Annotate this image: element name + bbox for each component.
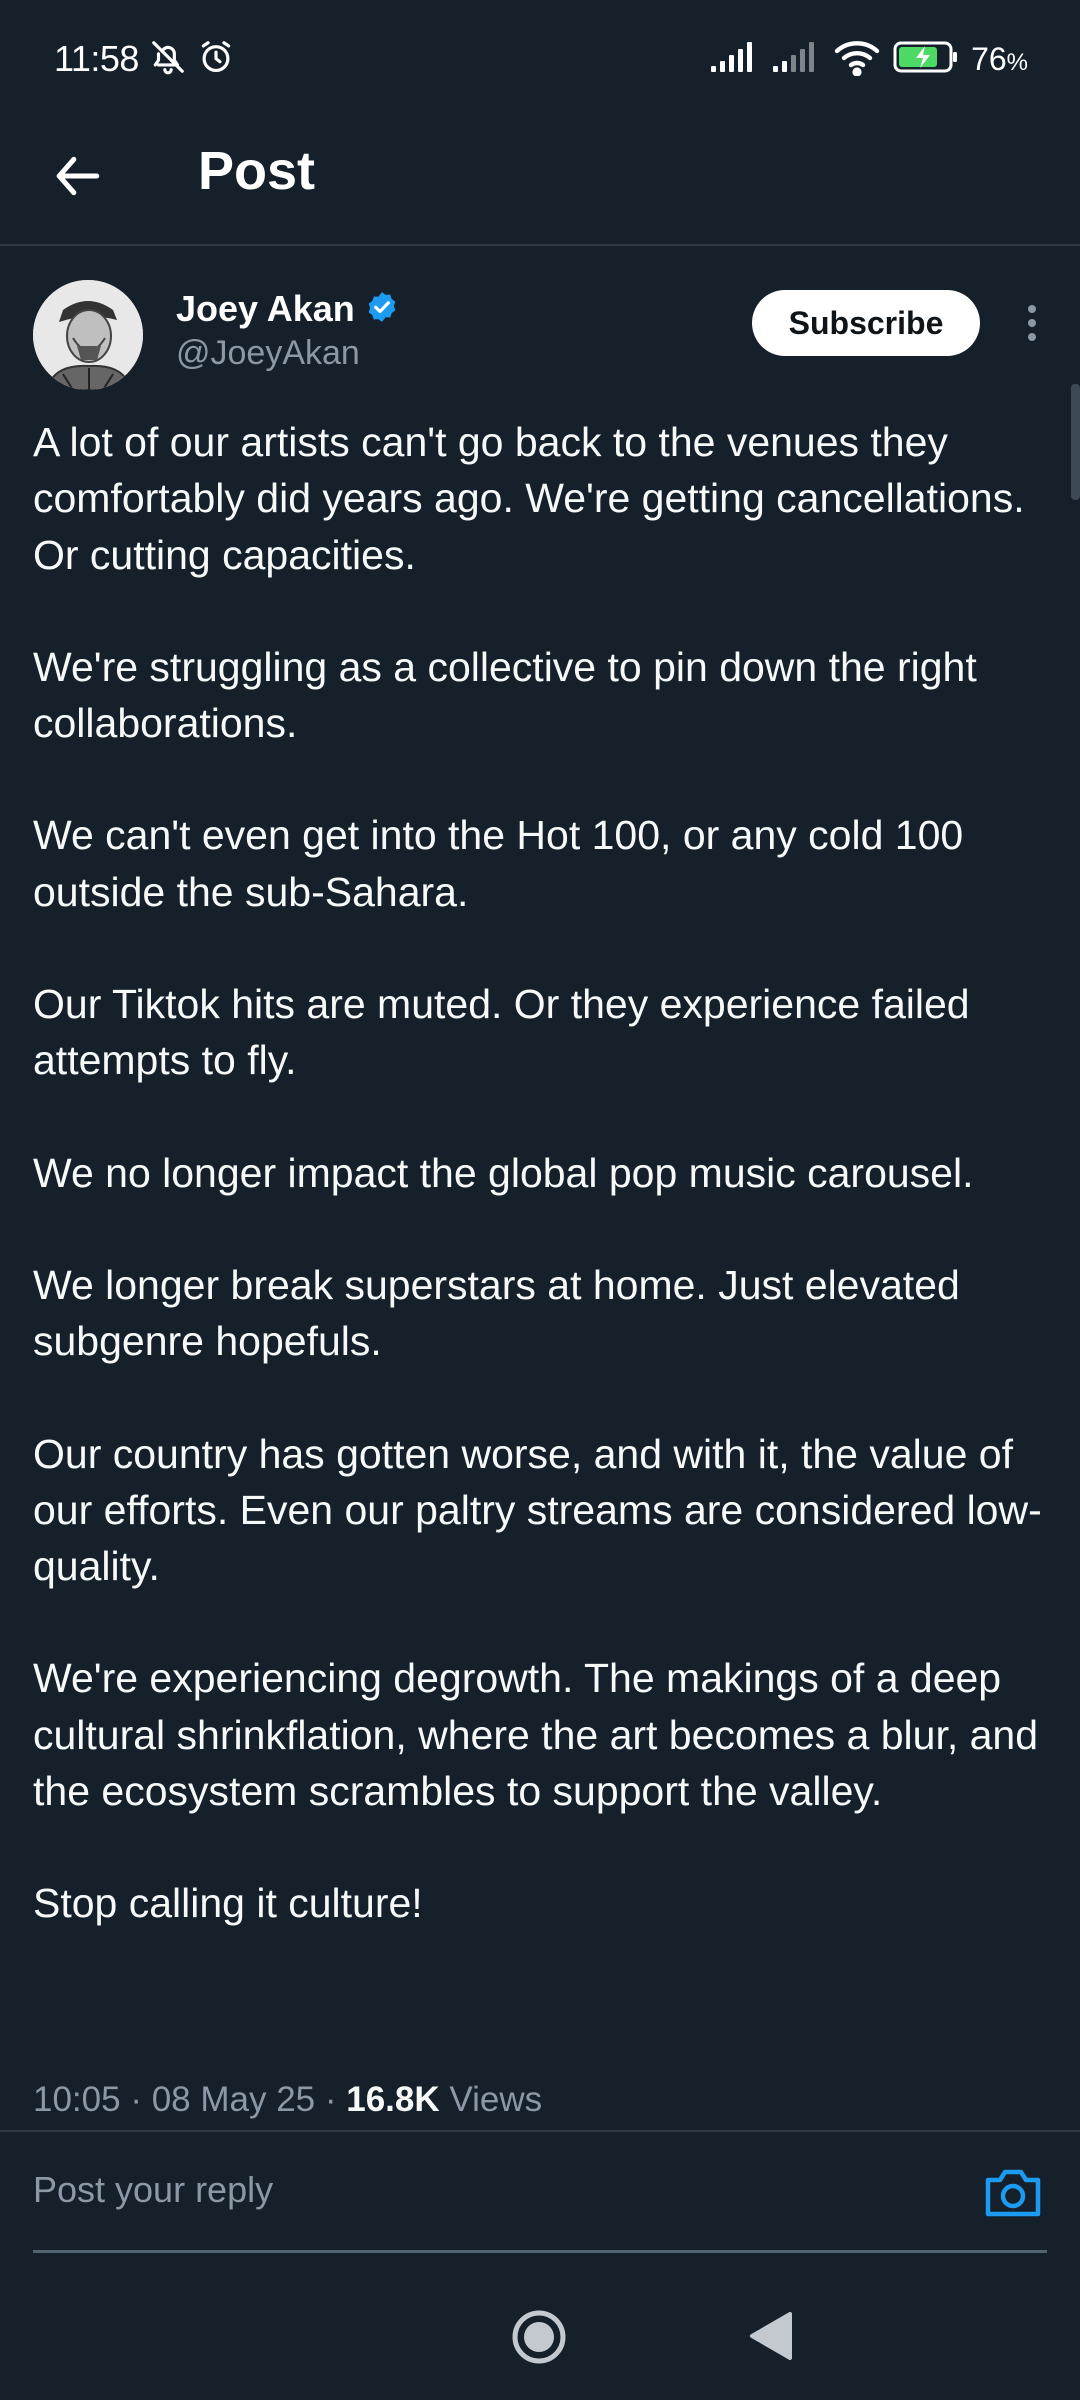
- header: Post: [0, 118, 1080, 246]
- back-arrow-icon: [56, 156, 100, 196]
- signal-icon: [771, 40, 821, 79]
- reply-underline: [33, 2250, 1047, 2253]
- post-paragraph: Our country has gotten worse, and with i…: [33, 1430, 1042, 1590]
- author-name[interactable]: Joey Akan: [176, 288, 355, 330]
- meta-separator: ·: [120, 2080, 152, 2119]
- post-meta: 10:05 · 08 May 25 · 16.8K Views: [33, 2080, 542, 2120]
- post-body: A lot of our artists can't go back to th…: [33, 414, 1053, 1932]
- views-count[interactable]: 16.8K: [346, 2080, 439, 2119]
- scrollbar[interactable]: [1071, 384, 1080, 500]
- post-date: 08 May 25: [151, 2080, 316, 2119]
- more-vertical-icon: [1028, 305, 1036, 341]
- battery-percent: 76%: [971, 40, 1028, 77]
- post-paragraph: Our Tiktok hits are muted. Or they exper…: [33, 981, 970, 1084]
- system-nav-bar: [0, 2290, 1080, 2400]
- avatar[interactable]: [33, 280, 143, 390]
- alarm-icon: [197, 38, 235, 81]
- signal-icon: [709, 40, 759, 79]
- post-paragraph: Stop calling it culture!: [33, 1880, 423, 1927]
- wifi-icon: [833, 38, 881, 81]
- author-row: Joey Akan @JoeyAkan Subscribe: [33, 278, 1053, 392]
- page-title: Post: [198, 141, 316, 201]
- reply-input[interactable]: [33, 2160, 933, 2220]
- post-paragraph: We can't even get into the Hot 100, or a…: [33, 812, 964, 915]
- subscribe-button[interactable]: Subscribe: [752, 290, 980, 356]
- verified-badge-icon: [365, 290, 399, 329]
- meta-separator: ·: [315, 2080, 347, 2119]
- author-name-wrap: Joey Akan: [176, 288, 399, 330]
- author-handle[interactable]: @JoeyAkan: [176, 334, 360, 373]
- post-time: 10:05: [33, 2080, 121, 2119]
- camera-icon: [985, 2169, 1041, 2217]
- battery-charging-icon: [893, 40, 959, 79]
- more-options-button[interactable]: [1012, 298, 1052, 348]
- views-label: Views: [439, 2080, 543, 2119]
- post-paragraph: We're struggling as a collective to pin …: [33, 643, 977, 747]
- post-paragraph: We're experiencing degrowth. The makings…: [33, 1655, 1039, 1815]
- system-back-button[interactable]: [748, 2310, 794, 2362]
- status-time: 11:58: [54, 38, 139, 79]
- screen: 11:58 76% Post Joey Akan @JoeyAkan Subsc…: [0, 0, 1080, 2400]
- home-circle-icon: [512, 2310, 566, 2364]
- home-button[interactable]: [510, 2308, 568, 2366]
- back-button[interactable]: [48, 146, 108, 206]
- back-triangle-icon: [750, 2312, 792, 2360]
- reply-bar: [0, 2132, 1080, 2252]
- post-paragraph: We no longer impact the global pop music…: [33, 1149, 974, 1196]
- status-bar: 11:58 76%: [0, 0, 1080, 118]
- status-right: 76%: [709, 38, 1028, 81]
- post-paragraph: We longer break superstars at home. Just…: [33, 1261, 960, 1365]
- camera-button[interactable]: [984, 2166, 1042, 2218]
- post-paragraph: A lot of our artists can't go back to th…: [33, 419, 1025, 578]
- mute-bell-icon: [149, 38, 187, 81]
- status-left: 11:58: [54, 38, 235, 81]
